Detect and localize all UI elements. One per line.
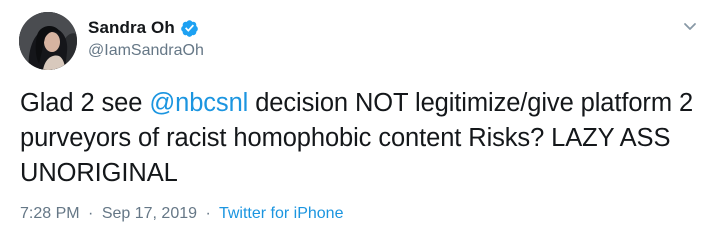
- meta-separator: ·: [88, 205, 94, 222]
- display-name-row: Sandra Oh: [88, 16, 204, 40]
- meta-separator-2: ·: [205, 205, 211, 222]
- avatar-photo: [19, 12, 77, 70]
- avatar[interactable]: [19, 12, 77, 70]
- verified-badge-icon: [180, 19, 199, 38]
- tweet-text: Glad 2 see @nbcsnl decision NOT legitimi…: [20, 86, 710, 191]
- author-info: Sandra Oh @IamSandraOh: [88, 16, 204, 60]
- tweet-meta: 7:28 PM · Sep 17, 2019 · Twitter for iPh…: [20, 205, 343, 223]
- tweet-text-prefix: Glad 2 see: [20, 89, 150, 117]
- tweet-date[interactable]: Sep 17, 2019: [102, 205, 197, 222]
- chevron-down-icon[interactable]: [682, 18, 698, 34]
- display-name[interactable]: Sandra Oh: [88, 18, 175, 38]
- tweet-time[interactable]: 7:28 PM: [20, 205, 80, 222]
- user-handle[interactable]: @IamSandraOh: [88, 42, 204, 60]
- tweet-source-link[interactable]: Twitter for iPhone: [219, 205, 344, 222]
- mention-link[interactable]: @nbcsnl: [149, 89, 248, 117]
- tweet-card: Sandra Oh @IamSandraOh Glad 2 see @nbcsn…: [0, 0, 720, 249]
